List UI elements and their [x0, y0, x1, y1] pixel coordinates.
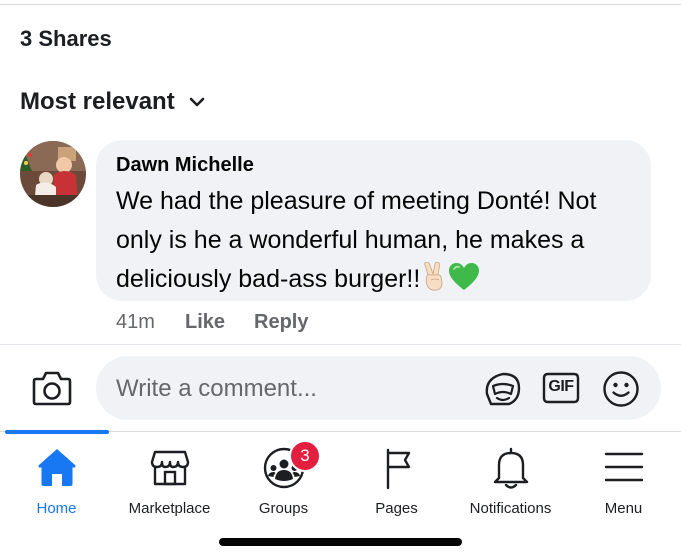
commenter-avatar[interactable]: [20, 141, 86, 207]
chevron-down-icon: [189, 97, 205, 107]
tab-label: Marketplace: [128, 500, 211, 517]
tab-label: Menu: [604, 500, 643, 517]
comment-text: We had the pleasure of meeting Donté! No…: [116, 182, 638, 299]
composer-divider: [0, 344, 681, 345]
shares-count[interactable]: 3 Shares: [20, 26, 112, 52]
camera-icon[interactable]: [32, 369, 72, 407]
active-tab-indicator: [5, 430, 109, 434]
hamburger-icon: [604, 452, 643, 482]
tab-label: Home: [36, 500, 77, 517]
comment-sort-dropdown[interactable]: Most relevant: [20, 88, 205, 116]
tab-marketplace[interactable]: Marketplace: [113, 440, 226, 520]
emoji-icon[interactable]: [602, 370, 640, 408]
comment-bubble[interactable]: Dawn Michelle We had the pleasure of mee…: [96, 140, 651, 301]
home-icon: [38, 449, 75, 486]
comment-body: We had the pleasure of meeting Donté! No…: [116, 187, 597, 293]
groups-badge: 3: [289, 440, 321, 472]
tab-home[interactable]: Home: [0, 440, 113, 520]
comment-timestamp[interactable]: 41m: [116, 311, 155, 334]
tab-label: Groups: [258, 500, 309, 517]
bell-icon: [493, 447, 528, 489]
tab-label: Pages: [375, 500, 418, 517]
tab-notifications[interactable]: Notifications: [454, 440, 567, 520]
tab-menu[interactable]: Menu: [567, 440, 680, 520]
victory-hand-icon: [424, 262, 443, 291]
comment-author[interactable]: Dawn Michelle: [116, 154, 254, 177]
tab-label: Notifications: [469, 500, 552, 517]
comment-meta: 41m Like Reply: [116, 311, 308, 334]
like-button[interactable]: Like: [185, 311, 225, 334]
flag-icon: [386, 448, 410, 490]
sort-label: Most relevant: [20, 88, 175, 115]
home-indicator[interactable]: [219, 538, 462, 546]
avatar-sticker-icon[interactable]: [483, 370, 523, 408]
reply-button[interactable]: Reply: [254, 311, 308, 334]
green-heart-icon: [449, 263, 480, 290]
tab-pages[interactable]: Pages: [340, 440, 453, 520]
gif-label: GIF: [548, 378, 574, 395]
top-divider: [0, 4, 681, 5]
comment-input[interactable]: Write a comment... GIF: [96, 356, 661, 420]
gif-button[interactable]: GIF: [542, 372, 580, 404]
marketplace-icon: [150, 450, 189, 486]
comment-input-placeholder: Write a comment...: [116, 375, 317, 402]
tab-groups[interactable]: 3 Groups: [227, 440, 340, 520]
